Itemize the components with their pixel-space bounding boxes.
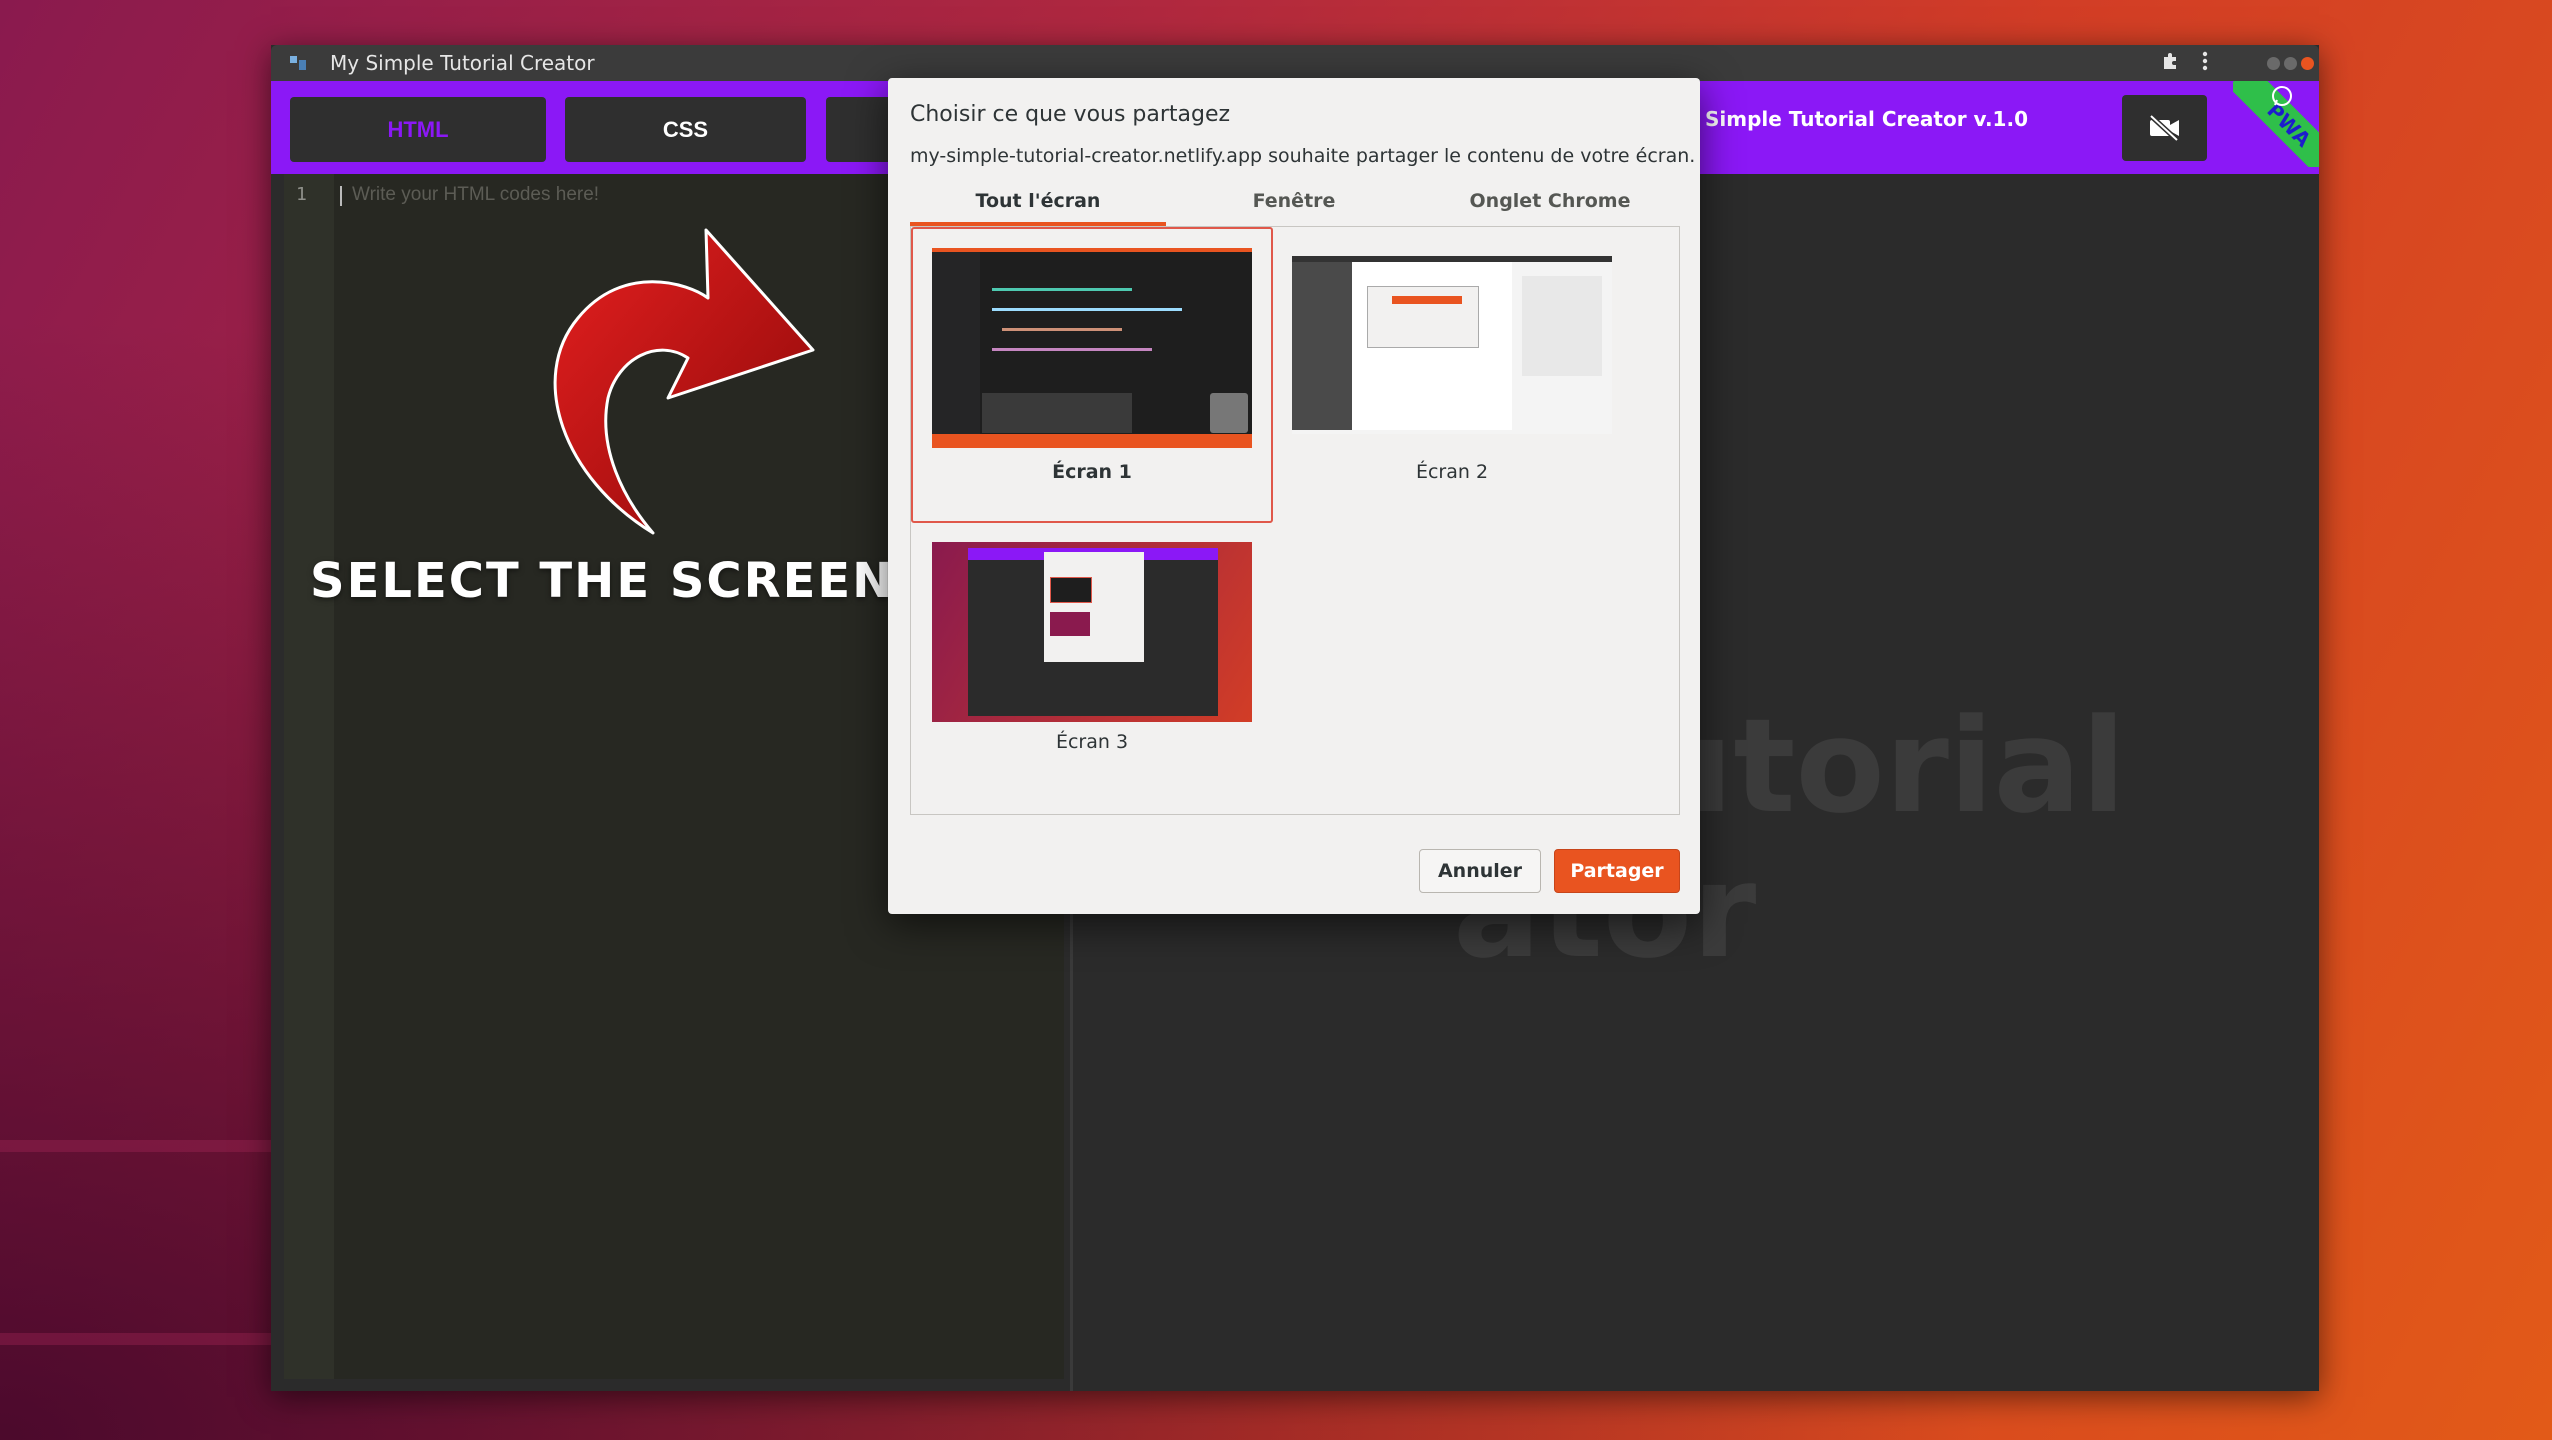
tab-css[interactable]: CSS <box>565 97 806 162</box>
extensions-icon[interactable] <box>2158 51 2182 75</box>
desktop-decoration <box>0 1140 271 1152</box>
annotation-label: SELECT THE SCREEN <box>310 553 895 609</box>
window-title: My Simple Tutorial Creator <box>330 51 595 75</box>
title-bar: My Simple Tutorial Creator <box>271 45 2319 81</box>
screen-option-1[interactable]: Écran 1 <box>911 227 1273 523</box>
line-gutter: 1 <box>284 174 334 1379</box>
close-button[interactable] <box>2301 57 2314 70</box>
minimize-button[interactable] <box>2267 57 2280 70</box>
screen-1-thumbnail <box>932 248 1252 448</box>
dialog-description: my-simple-tutorial-creator.netlify.app s… <box>910 145 1696 167</box>
brand-title: Simple Tutorial Creator v.1.0 <box>1705 107 2028 131</box>
curved-arrow-icon <box>553 228 815 535</box>
whatsapp-icon <box>2272 86 2292 106</box>
camera-toggle-button[interactable] <box>2122 95 2207 161</box>
screen-2-thumbnail <box>1292 256 1612 434</box>
screen-3-label: Écran 3 <box>1055 731 1129 753</box>
maximize-button[interactable] <box>2284 57 2297 70</box>
share-button[interactable]: Partager <box>1554 849 1680 893</box>
tab-html[interactable]: HTML <box>290 97 546 162</box>
cancel-button-label: Annuler <box>1437 860 1523 882</box>
text-cursor <box>340 186 342 206</box>
line-number: 1 <box>296 184 307 205</box>
share-button-label: Partager <box>1570 860 1664 882</box>
dialog-title: Choisir ce que vous partagez <box>910 102 1231 127</box>
screen-1-label: Écran 1 <box>1052 461 1132 483</box>
editor-placeholder: Write your HTML codes here! <box>352 184 600 205</box>
pwa-ribbon: PWA <box>2233 81 2319 167</box>
screen-option-2[interactable]: Écran 2 <box>1271 227 1633 523</box>
app-icon <box>290 56 306 70</box>
cancel-button[interactable]: Annuler <box>1419 849 1541 893</box>
tab-html-label: HTML <box>387 116 449 142</box>
desktop-decoration <box>0 1333 271 1345</box>
tab-entire-screen[interactable]: Tout l'écran <box>910 190 1166 212</box>
screen-option-3[interactable]: Écran 3 <box>911 521 1273 817</box>
tab-css-label: CSS <box>662 116 709 142</box>
share-dialog: Choisir ce que vous partagez my-simple-t… <box>888 78 1700 914</box>
kebab-menu-icon[interactable] <box>2193 51 2217 75</box>
screen-2-label: Écran 2 <box>1415 461 1489 483</box>
camera-off-icon <box>2148 115 2179 141</box>
screen-3-thumbnail <box>932 542 1252 722</box>
screen-grid: Écran 1 Écran 2 Écran 3 <box>910 226 1680 815</box>
tab-window[interactable]: Fenêtre <box>1166 190 1422 212</box>
tab-chrome-tab[interactable]: Onglet Chrome <box>1422 190 1678 212</box>
